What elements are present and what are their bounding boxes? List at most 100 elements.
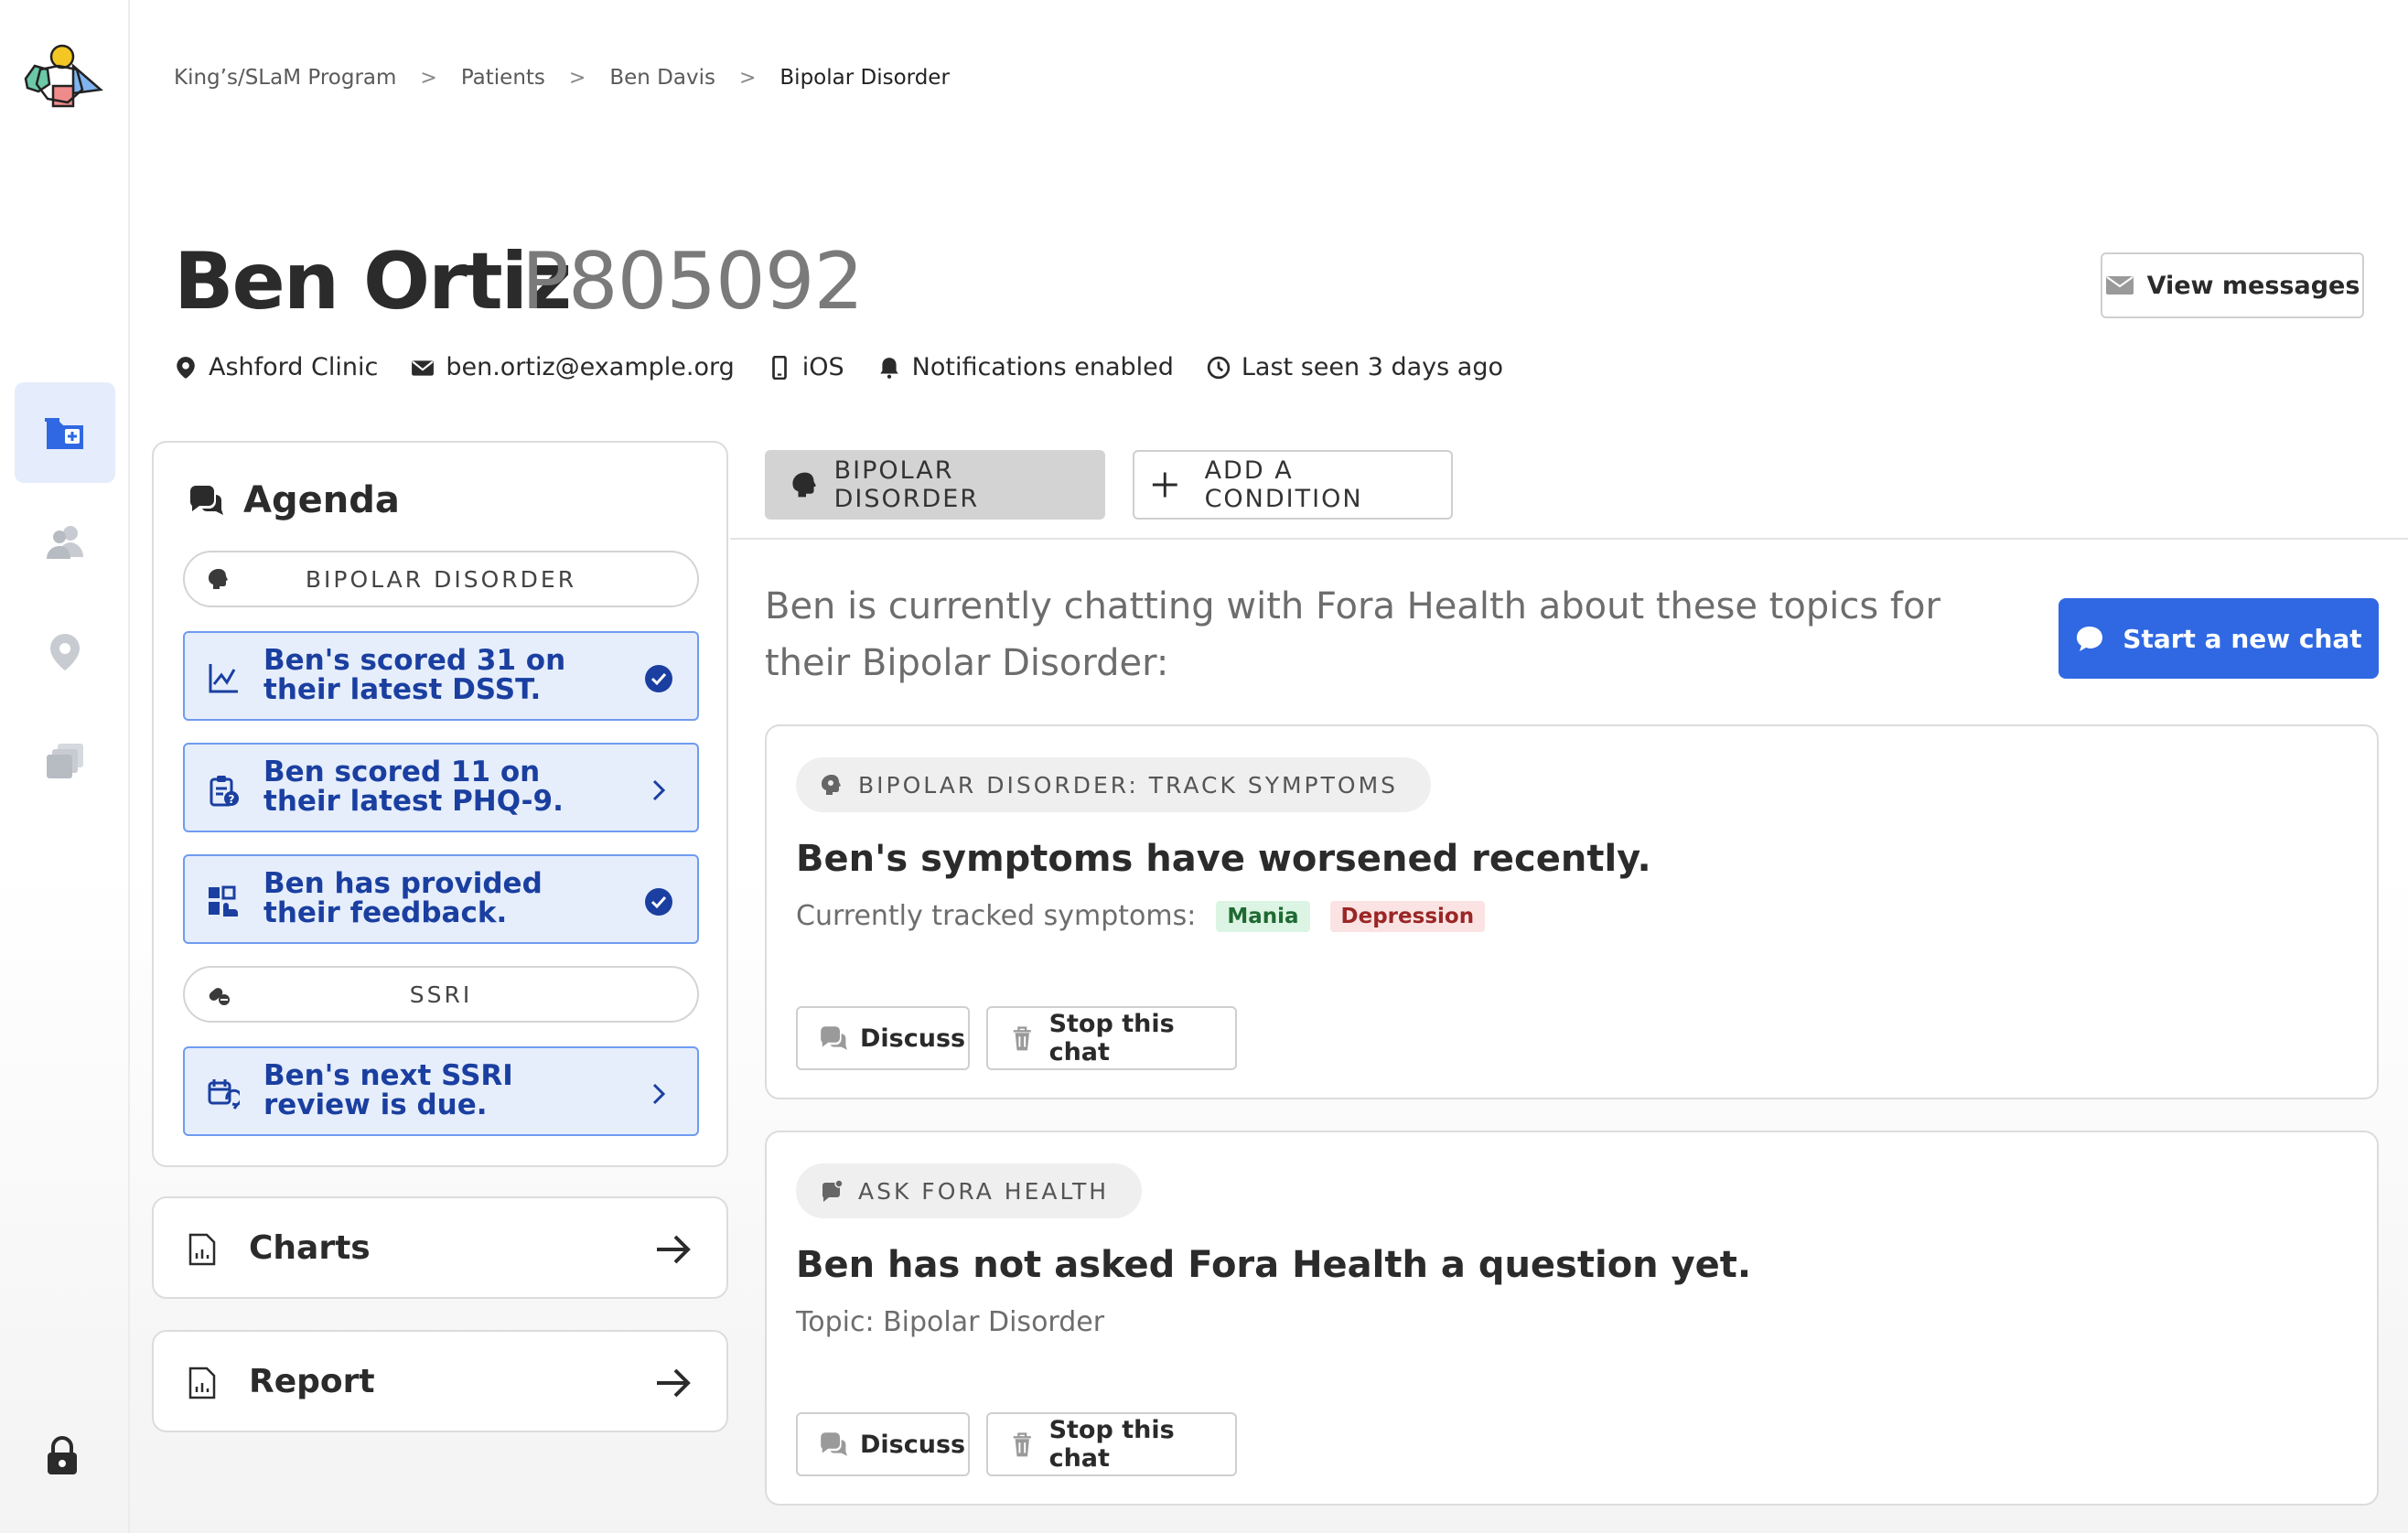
arrow-right-icon <box>657 1368 691 1398</box>
agenda-item-text: Ben's scored 31 on their latest DSST. <box>263 644 566 706</box>
agenda-item-feedback[interactable]: Ben has provided their feedback. <box>183 854 699 944</box>
add-condition-button[interactable]: ADD A CONDITION <box>1133 450 1453 520</box>
calendar-refresh-icon <box>208 1079 240 1110</box>
breadcrumb-patient[interactable]: Ben Davis <box>609 66 715 90</box>
chat-bubble-icon <box>2077 627 2103 651</box>
topic-pill-label: ASK FORA HEALTH <box>858 1177 1110 1205</box>
meta-email: ben.ortiz@example.org <box>411 353 735 381</box>
topic-sub-label: Topic: Bipolar Disorder <box>796 1306 1105 1338</box>
location-pin-icon <box>177 356 195 379</box>
phone-icon <box>771 355 787 380</box>
sidebar-item-locations[interactable] <box>15 602 115 702</box>
breadcrumb-program[interactable]: King’s/SLaM Program <box>174 66 396 90</box>
patient-name: Ben Ortiz <box>174 236 572 327</box>
stop-chat-label: Stop this chat <box>1048 1010 1175 1067</box>
document-chart-icon <box>188 1367 216 1399</box>
charts-link[interactable]: Charts <box>152 1196 728 1299</box>
discuss-button[interactable]: Discuss <box>796 1412 970 1476</box>
stop-chat-button[interactable]: Stop this chat <box>986 1412 1237 1476</box>
app-logo-icon[interactable] <box>22 42 104 119</box>
topic-pill: ASK FORA HEALTH <box>796 1163 1143 1218</box>
chat-bubbles-icon <box>821 1026 847 1050</box>
topic-headline: Ben has not asked Fora Health a question… <box>796 1244 1752 1286</box>
sidebar-item-users[interactable] <box>15 492 115 593</box>
sidebar <box>0 0 130 1533</box>
check-circle-icon <box>645 665 672 692</box>
chat-bubbles-icon <box>821 1432 847 1456</box>
agenda-group-label: BIPOLAR DISORDER <box>305 565 577 593</box>
breadcrumb: King’s/SLaM Program > Patients > Ben Dav… <box>174 66 950 90</box>
agenda-group-label: SSRI <box>409 981 473 1008</box>
arrow-right-icon <box>657 1235 691 1264</box>
breadcrumb-separator-icon: > <box>420 66 437 90</box>
breadcrumb-separator-icon: > <box>568 66 586 90</box>
agenda-group-bipolar-disorder: BIPOLAR DISORDER <box>183 551 699 607</box>
report-link[interactable]: Report <box>152 1330 728 1432</box>
sidebar-item-library[interactable] <box>15 712 115 812</box>
location-pin-icon <box>50 634 80 670</box>
folder-plus-icon <box>45 418 83 449</box>
users-icon <box>47 526 83 559</box>
feedback-icon <box>209 885 238 917</box>
charts-link-label: Charts <box>249 1229 371 1267</box>
patient-meta: Ashford Clinic ben.ortiz@example.org iOS… <box>174 353 1536 381</box>
agenda-title: Agenda <box>187 479 400 521</box>
agenda-item-ssri-review[interactable]: Ben's next SSRI review is due. <box>183 1046 699 1136</box>
symptom-tag-depression: Depression <box>1329 900 1486 932</box>
breadcrumb-current: Bipolar Disorder <box>779 66 950 90</box>
agenda-panel: Agenda BIPOLAR DISORDER Ben's scored 31 … <box>152 441 728 1167</box>
chat-bubbles-icon <box>190 486 223 515</box>
brain-icon <box>209 569 228 589</box>
meta-email-text[interactable]: ben.ortiz@example.org <box>446 353 734 381</box>
trash-icon <box>1013 1432 1031 1457</box>
add-condition-label: ADD A CONDITION <box>1204 456 1363 513</box>
discuss-button[interactable]: Discuss <box>796 1006 970 1070</box>
check-circle-icon <box>645 888 672 916</box>
meta-notifications-text: Notifications enabled <box>911 353 1174 381</box>
stop-chat-button[interactable]: Stop this chat <box>986 1006 1237 1070</box>
symptom-tag-mania: Mania <box>1216 900 1310 932</box>
chevron-right-icon <box>652 1083 666 1105</box>
agenda-item-text: Ben scored 11 on their latest PHQ-9. <box>263 756 564 818</box>
lock-icon[interactable] <box>44 1434 81 1476</box>
topic-subtext: Topic: Bipolar Disorder <box>796 1306 1104 1338</box>
topic-card-track-symptoms: BIPOLAR DISORDER: TRACK SYMPTOMS Ben's s… <box>765 724 2379 1099</box>
breadcrumb-separator-icon: > <box>738 66 757 90</box>
discuss-label: Discuss <box>860 1430 966 1459</box>
svg-text:?: ? <box>229 793 235 806</box>
meta-device: iOS <box>768 353 844 381</box>
bell-icon <box>879 357 898 379</box>
breadcrumb-patients[interactable]: Patients <box>461 66 545 90</box>
discuss-label: Discuss <box>860 1024 966 1053</box>
meta-last-seen-text: Last seen 3 days ago <box>1241 353 1503 381</box>
meta-notifications: Notifications enabled <box>877 353 1174 381</box>
stop-chat-label: Stop this chat <box>1048 1416 1175 1473</box>
chat-alert-icon <box>822 1179 844 1202</box>
start-new-chat-label: Start a new chat <box>2123 623 2362 654</box>
agenda-item-phq9[interactable]: ? Ben scored 11 on their latest PHQ-9. <box>183 743 699 832</box>
brain-gear-icon <box>822 775 841 795</box>
agenda-item-dsst[interactable]: Ben's scored 31 on their latest DSST. <box>183 631 699 721</box>
topic-pill-label: BIPOLAR DISORDER: TRACK SYMPTOMS <box>858 771 1399 799</box>
patient-id: P805092 <box>521 236 864 327</box>
envelope-icon <box>2105 276 2134 295</box>
start-new-chat-button[interactable]: Start a new chat <box>2059 598 2379 679</box>
topic-sub-label: Currently tracked symptoms: <box>796 900 1197 932</box>
clock-icon <box>1207 356 1231 379</box>
agenda-title-text: Agenda <box>243 479 400 521</box>
topic-card-ask-fora: ASK FORA HEALTH Ben has not asked Fora H… <box>765 1131 2379 1506</box>
meta-device-text: iOS <box>801 353 844 381</box>
line-chart-icon <box>209 664 238 693</box>
trash-icon <box>1013 1026 1031 1051</box>
brain-icon <box>792 472 816 498</box>
stacked-cards-icon <box>47 744 83 778</box>
document-chart-icon <box>188 1233 216 1266</box>
sidebar-item-patients[interactable] <box>15 382 115 483</box>
envelope-icon <box>412 359 435 376</box>
clipboard-question-icon: ? <box>210 776 239 807</box>
pills-icon <box>209 988 230 1005</box>
view-messages-button[interactable]: View messages <box>2101 252 2364 318</box>
tab-bipolar-disorder[interactable]: BIPOLAR DISORDER <box>765 450 1105 520</box>
chat-intro-text: Ben is currently chatting with Fora Heal… <box>765 585 1940 684</box>
chevron-right-icon <box>652 779 666 801</box>
